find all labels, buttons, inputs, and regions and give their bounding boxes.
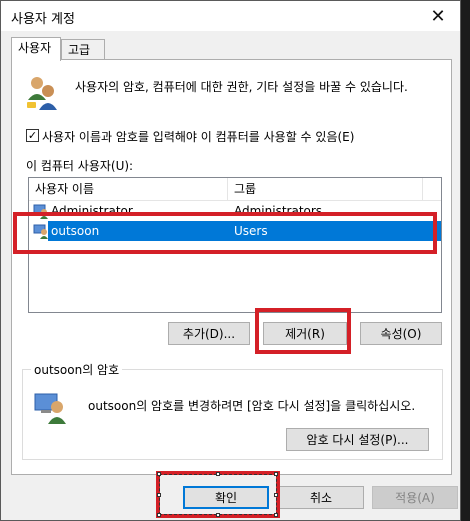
user-accounts-dialog: 사용자 계정 ✕ 사용자 고급 사용자의 암호, 컴퓨터에 대한 권한, 기타 … (0, 0, 461, 521)
row-username: Administrator (51, 204, 133, 218)
row-group: Administrators (234, 204, 323, 218)
users-listview[interactable]: 사용자 이름 그룹 Administrator Administrators o… (28, 177, 442, 313)
cancel-button[interactable]: 취소 (278, 486, 364, 509)
remove-user-button[interactable]: 제거(R) (263, 322, 347, 345)
resize-handle (274, 472, 278, 476)
password-groupbox: outsoon의 암호 outsoon의 암호를 변경하려면 [암호 다시 설정… (22, 361, 443, 460)
password-user-icon (33, 390, 67, 424)
add-user-button[interactable]: 추가(D)... (168, 322, 250, 345)
table-row[interactable]: Administrator Administrators (29, 201, 441, 221)
table-row-selected[interactable]: outsoon Users (48, 221, 441, 241)
resize-handle (274, 513, 278, 517)
users-tab-panel: 사용자의 암호, 컴퓨터에 대한 권한, 기타 설정을 바꿀 수 있습니다. ✓… (11, 59, 452, 475)
tab-users-label: 사용자 (18, 41, 52, 55)
properties-button[interactable]: 속성(O) (360, 322, 442, 345)
resize-handle (216, 472, 220, 476)
resize-handle (157, 472, 161, 476)
column-header-username[interactable]: 사용자 이름 (29, 178, 228, 200)
intro-text: 사용자의 암호, 컴퓨터에 대한 권한, 기타 설정을 바꿀 수 있습니다. (75, 80, 408, 94)
apply-button[interactable]: 적용(A) (372, 486, 458, 509)
column-username-label: 사용자 이름 (35, 182, 95, 196)
resize-handle (274, 493, 278, 497)
require-password-checkbox[interactable]: ✓ (26, 129, 39, 142)
password-group-title: outsoon의 암호 (31, 361, 123, 378)
tab-advanced-label: 고급 (68, 43, 91, 57)
reset-password-button[interactable]: 암호 다시 설정(P)... (286, 428, 429, 451)
close-button[interactable]: ✕ (416, 1, 460, 31)
tab-users[interactable]: 사용자 (11, 37, 61, 61)
window-title: 사용자 계정 (11, 12, 75, 27)
users-list-label: 이 컴퓨터 사용자(U): (26, 159, 134, 173)
users-icon (24, 74, 60, 114)
tab-advanced[interactable]: 고급 (61, 39, 105, 61)
checkbox-checkmark: ✓ (27, 129, 38, 142)
require-password-label[interactable]: 사용자 이름과 암호를 입력해야 이 컴퓨터를 사용할 수 있음(E) (42, 128, 354, 145)
user-icon (33, 203, 49, 219)
row-group: Users (234, 224, 268, 238)
row-username: outsoon (51, 224, 100, 238)
column-group-label: 그룹 (234, 182, 257, 196)
password-instruction-text: outsoon의 암호를 변경하려면 [암호 다시 설정]을 클릭하십시오. (88, 399, 416, 413)
title-bar: 사용자 계정 ✕ (1, 1, 460, 31)
close-icon: ✕ (430, 5, 446, 27)
resize-handle (157, 493, 161, 497)
user-icon (33, 223, 49, 239)
resize-handle (216, 513, 220, 517)
resize-handle (157, 513, 161, 517)
list-header: 사용자 이름 그룹 (29, 178, 441, 201)
column-header-group[interactable]: 그룹 (228, 178, 423, 200)
ok-button[interactable]: 확인 (183, 486, 269, 509)
